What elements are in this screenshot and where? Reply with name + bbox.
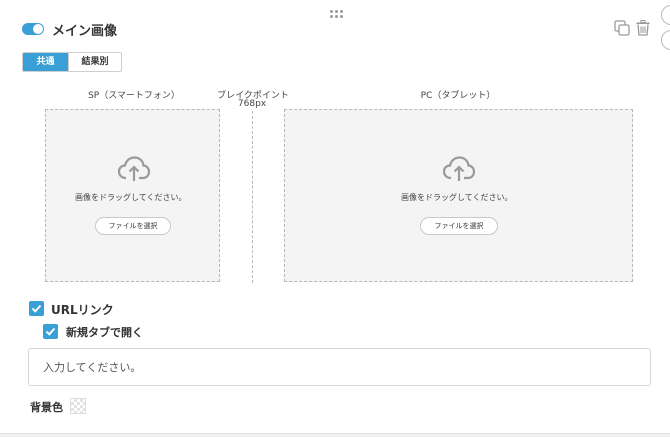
pc-file-select-button[interactable]: ファイルを選択 — [420, 217, 498, 235]
breakpoint-value: 768px — [237, 99, 267, 109]
cloud-upload-icon — [442, 156, 476, 182]
new-tab-checkbox[interactable] — [43, 324, 58, 339]
display-mode-tabs: 共通 結果別 — [22, 52, 122, 72]
sp-file-select-button[interactable]: ファイルを選択 — [95, 217, 171, 235]
main-image-toggle[interactable] — [22, 23, 44, 35]
tab-common[interactable]: 共通 — [23, 53, 68, 71]
url-link-checkbox[interactable] — [29, 301, 44, 316]
new-tab-label: 新規タブで開く — [66, 326, 143, 339]
side-circle-button-top[interactable] — [661, 5, 670, 25]
copy-icon[interactable] — [614, 20, 630, 36]
background-color-label: 背景色 — [30, 401, 63, 414]
cloud-upload-icon — [117, 156, 151, 182]
sp-dropzone-hint: 画像をドラッグしてください。 — [75, 193, 187, 202]
breakpoint-divider — [252, 111, 253, 283]
tab-per-result[interactable]: 結果別 — [68, 53, 121, 71]
side-circle-button-bottom[interactable] — [661, 30, 670, 50]
background-color-picker[interactable] — [70, 398, 86, 414]
main-image-panel: メイン画像 共通 結果別 SP（スマートフォン） ブレイクポイント 768px … — [0, 0, 670, 434]
trash-icon[interactable] — [636, 20, 650, 36]
url-input[interactable] — [28, 348, 651, 386]
url-link-label: URLリンク — [51, 303, 114, 317]
drag-handle-icon[interactable] — [330, 10, 344, 19]
sp-zone-label: SP（スマートフォン） — [88, 91, 180, 101]
pc-dropzone-hint: 画像をドラッグしてください。 — [401, 193, 513, 202]
panel-title: メイン画像 — [52, 24, 118, 39]
pc-zone-label: PC（タブレット） — [420, 91, 496, 101]
pc-image-dropzone[interactable]: 画像をドラッグしてください。 ファイルを選択 — [284, 109, 633, 282]
sp-image-dropzone[interactable]: 画像をドラッグしてください。 ファイルを選択 — [45, 109, 220, 282]
